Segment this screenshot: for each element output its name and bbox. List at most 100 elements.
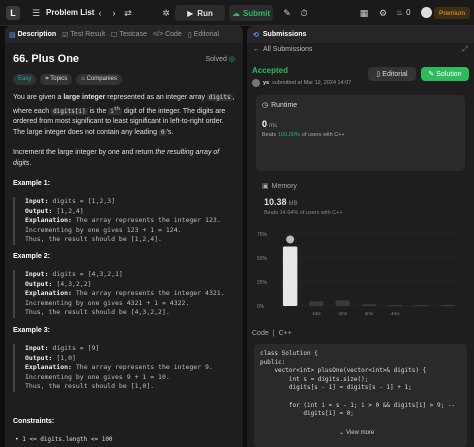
checkbox-icon: ☐	[111, 31, 118, 39]
submitter-name[interactable]: ys	[263, 80, 269, 86]
desc-text: 's.	[166, 128, 174, 136]
code-line: int s = digits.size();	[260, 375, 369, 383]
runtime-card[interactable]: ◷ Runtime 0 ms Beats 100.00% of users with C…	[256, 95, 465, 171]
title-row: 66. Plus One Solved ◎	[13, 53, 235, 65]
explanation-label: Explanation:	[25, 216, 72, 224]
constraints-title: Constraints:	[13, 418, 55, 425]
submit-label: Submit	[242, 8, 271, 18]
memory-value-row: 10.38 MB	[264, 197, 298, 207]
tab-description[interactable]: ▤ Description	[9, 31, 56, 39]
run-button[interactable]: ▶ Run	[175, 5, 225, 21]
superscript: th	[113, 105, 120, 112]
shuffle-icon[interactable]: ⇄	[122, 7, 134, 19]
checkmark-icon: ◎	[228, 56, 235, 63]
notes-icon[interactable]: ✎	[281, 7, 293, 19]
explanation-line: Incrementing by one gives 123 + 1 = 124.	[25, 225, 182, 234]
submitter-avatar	[252, 79, 260, 87]
explanation-line: Thus, the result should be [1,2,4].	[25, 235, 162, 243]
runtime-unit: ms	[269, 123, 278, 129]
beats-label: Beats	[262, 132, 277, 138]
companies-label: Companies	[86, 76, 117, 82]
output-label: Output:	[25, 353, 53, 362]
editorial-button[interactable]: ▯ Editorial	[368, 67, 416, 81]
example-block: Input: digits = [4,3,2,1] Output: [4,3,2…	[13, 270, 235, 318]
description-paragraph: Increment the large integer by one and r…	[13, 148, 237, 169]
inline-code: ith	[108, 105, 122, 115]
code-line: public:	[260, 358, 286, 366]
settings-gear-icon[interactable]: ⚙	[377, 7, 389, 19]
example-title: Example 1:	[13, 180, 50, 187]
companies-chip[interactable]: ⌂ Companies	[76, 74, 122, 85]
editorial-label: Editorial	[382, 70, 408, 78]
explanation-value: The array represents the integer 9.	[75, 363, 213, 371]
chevron-down-icon: ⌄	[339, 430, 345, 436]
submitter-info: ys submitted at Mar 12, 2024 14:07	[252, 79, 351, 87]
example-input: Input: digits = [4,3,2,1]	[25, 270, 235, 280]
tab-editorial[interactable]: ▯ Editorial	[188, 31, 219, 39]
beats-percent: 100.00%	[278, 132, 300, 138]
runtime-beats: Beats 100.00% of users with C++	[262, 132, 345, 138]
user-avatar[interactable]	[421, 7, 432, 18]
memory-unit: MB	[288, 201, 298, 207]
submit-button[interactable]: ☁ Submit	[229, 5, 273, 21]
view-more-button[interactable]: ⌄ View more	[339, 429, 374, 437]
play-icon: ▶	[187, 8, 194, 18]
input-label: Input:	[25, 197, 49, 205]
submissions-tab[interactable]: ⟲ Submissions	[247, 26, 474, 43]
prev-problem-icon[interactable]: ‹	[94, 7, 106, 19]
next-problem-icon[interactable]: ›	[108, 7, 120, 19]
x-tick-label: 3ms	[365, 311, 374, 316]
inline-code: digits	[206, 94, 233, 101]
example-title: Example 3:	[13, 327, 50, 334]
leetcode-logo[interactable]: L	[6, 6, 20, 20]
debug-icon[interactable]: ✲	[160, 7, 172, 19]
solution-button[interactable]: ✎ Solution	[421, 67, 469, 81]
layout-icon[interactable]: ▦	[358, 7, 370, 19]
y-tick-label: 50%	[257, 256, 268, 262]
solved-status: Solved ◎	[205, 55, 235, 64]
premium-button[interactable]: Premium	[434, 7, 470, 19]
output-label: Output:	[25, 279, 53, 288]
example-block: Input: digits = [9] Output: [1,0] Explan…	[13, 344, 235, 392]
example-output: Output: [1,0]	[25, 354, 235, 364]
chart-bar[interactable]	[440, 305, 456, 306]
chart-bar[interactable]	[335, 300, 350, 306]
inline-code: digits[i]	[51, 107, 88, 115]
expand-icon[interactable]: ⤢	[462, 46, 468, 54]
explanation-value: The array represents the integer 4321.	[75, 289, 225, 297]
tab-test-result[interactable]: ☑ Test Result	[62, 31, 105, 39]
memory-label: Memory	[271, 182, 297, 190]
beats-suffix: of users with C++	[301, 132, 345, 138]
fire-icon: ♨	[396, 8, 404, 17]
topics-chip[interactable]: ⌗ Topics	[40, 74, 73, 85]
list-icon[interactable]: ☰	[30, 7, 42, 19]
all-submissions-link[interactable]: ← All Submissions	[253, 46, 468, 53]
arrow-left-icon: ←	[253, 46, 260, 53]
problem-list-link[interactable]: Problem List	[46, 8, 94, 17]
description-paragraph: You are given a large integer represente…	[13, 93, 237, 138]
all-submissions-label: All Submissions	[263, 46, 313, 53]
tab-label: Code	[165, 31, 182, 38]
input-value: digits = [1,2,3]	[52, 197, 116, 205]
chart-bar[interactable]	[414, 305, 429, 306]
tab-code[interactable]: </> Code	[153, 31, 182, 38]
constraint-text: 1 <= digits.length <= 100	[22, 436, 113, 443]
example-input: Input: digits = [1,2,3]	[25, 197, 235, 207]
submitted-at: submitted at Mar 12, 2024 14:07	[272, 80, 352, 86]
pencil-icon: ✎	[428, 71, 435, 78]
example-explanation: Explanation: The array represents the in…	[25, 363, 235, 373]
chart-bar[interactable]	[388, 305, 403, 306]
chart-bar[interactable]	[361, 304, 377, 306]
timer-icon[interactable]: ⏱	[298, 7, 310, 19]
chart-bar[interactable]	[282, 246, 298, 306]
memory-header[interactable]: ▣ Memory	[262, 182, 297, 191]
chart-bar[interactable]	[309, 301, 324, 306]
runtime-label: Runtime	[271, 101, 298, 109]
inline-code: 0	[158, 128, 167, 136]
tab-testcase[interactable]: ☐ Testcase	[111, 31, 147, 39]
memory-value: 10.38	[264, 197, 287, 207]
input-label: Input:	[25, 270, 49, 278]
code-header: Code | C++	[252, 330, 292, 337]
streak-counter[interactable]: ♨ 0	[396, 8, 411, 17]
